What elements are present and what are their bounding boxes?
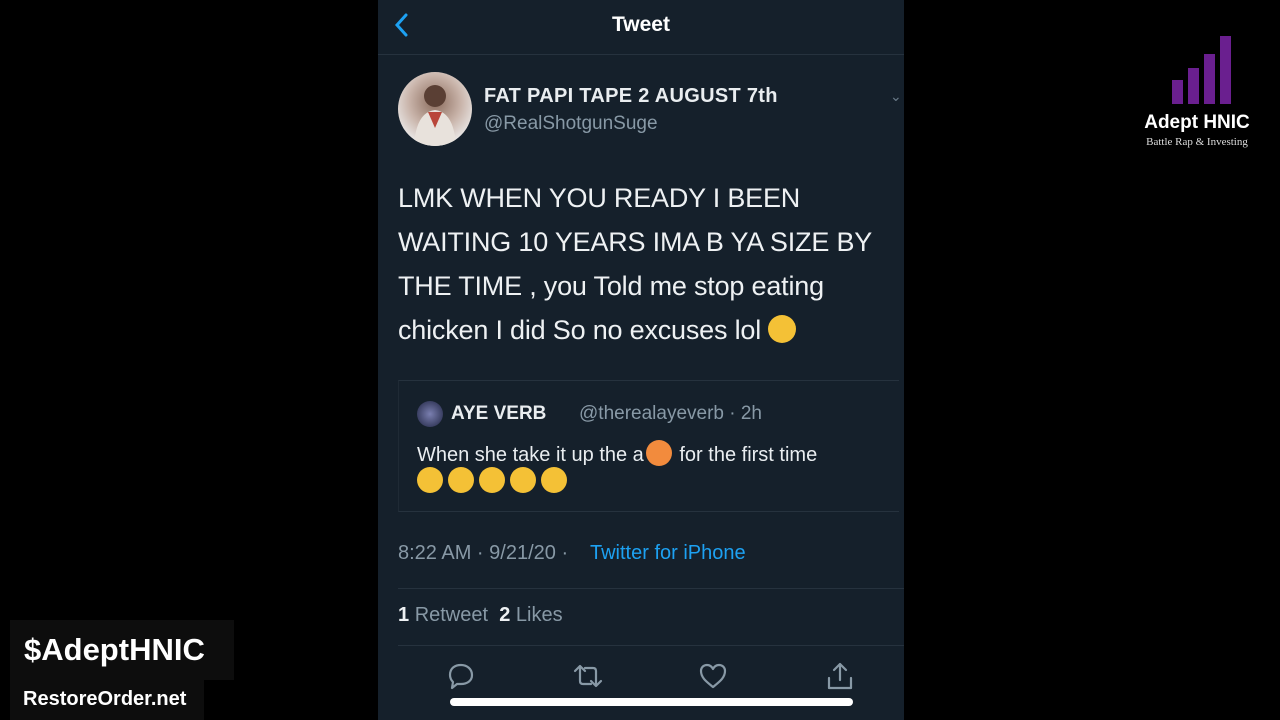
retweet-count[interactable]: 1 [398, 604, 409, 626]
logo-bar [1220, 36, 1231, 104]
reply-icon [448, 663, 474, 690]
tweet-text: LMK WHEN YOU READY I BEEN WAITING 10 YEA… [398, 183, 872, 345]
tears-of-joy-emoji-icon [479, 467, 505, 493]
logo-subtitle: Battle Rap & Investing [1146, 136, 1248, 148]
avatar[interactable] [398, 72, 472, 146]
website-banner: RestoreOrder.net [10, 680, 204, 720]
like-button[interactable] [696, 660, 732, 694]
tears-of-joy-emoji-icon [448, 467, 474, 493]
share-button[interactable] [823, 660, 859, 694]
quoted-text: When she take it up the a for the first … [417, 440, 887, 467]
tears-of-joy-emoji-icon [541, 467, 567, 493]
more-options-icon[interactable]: ⌄ [890, 88, 902, 105]
share-icon [827, 662, 853, 690]
reply-button[interactable] [444, 660, 480, 694]
quoted-avatar [417, 401, 443, 427]
cashtag-text: $AdeptHNIC [24, 632, 205, 667]
quoted-text-after: for the first time [679, 444, 818, 466]
logo-bar [1188, 68, 1199, 104]
source-link[interactable]: Twitter for iPhone [590, 542, 746, 565]
divider [398, 645, 904, 646]
display-name[interactable]: FAT PAPI TAPE 2 AUGUST 7th [484, 85, 778, 108]
retweet-label[interactable]: Retweet [415, 604, 488, 626]
tears-of-joy-emoji-icon [417, 467, 443, 493]
tears-of-joy-emoji-icon [510, 467, 536, 493]
quoted-tweet[interactable]: AYE VERB @therealayeverb · 2h When she t… [398, 380, 899, 512]
video-frame: Tweet FAT PAPI TAPE 2 AUGUST 7th @RealSh… [0, 0, 1280, 720]
retweet-button[interactable] [571, 660, 607, 694]
tweet-body: LMK WHEN YOU READY I BEEN WAITING 10 YEA… [398, 176, 900, 352]
logo-title: Adept HNIC [1144, 112, 1250, 133]
profile-photo-icon [414, 85, 456, 146]
like-label[interactable]: Likes [516, 604, 563, 626]
quoted-text-before: When she take it up the a [417, 444, 644, 466]
channel-logo: Adept HNIC Battle Rap & Investing [1138, 36, 1256, 156]
rolling-laughing-emoji-icon [768, 315, 797, 343]
quoted-name: AYE VERB [451, 403, 547, 424]
tweet-stats: 1 Retweet 2 Likes [398, 604, 563, 627]
nav-bar: Tweet [378, 0, 904, 55]
retweet-icon [573, 664, 603, 688]
quoted-meta: @therealayeverb · 2h [579, 403, 762, 424]
logo-bar [1172, 80, 1183, 104]
cashtag-banner: $AdeptHNIC [10, 620, 234, 680]
like-count[interactable]: 2 [499, 604, 510, 626]
home-indicator[interactable] [450, 698, 853, 706]
peach-emoji-icon [645, 440, 672, 466]
page-title: Tweet [612, 13, 670, 36]
website-text: RestoreOrder.net [23, 688, 187, 710]
like-icon [699, 663, 727, 689]
tweet-screen: Tweet FAT PAPI TAPE 2 AUGUST 7th @RealSh… [378, 0, 904, 720]
tweet-timestamp: 8:22 AM · 9/21/20 · [398, 542, 569, 564]
divider [398, 588, 904, 589]
handle[interactable]: @RealShotgunSuge [484, 113, 658, 135]
logo-bar [1204, 54, 1215, 104]
